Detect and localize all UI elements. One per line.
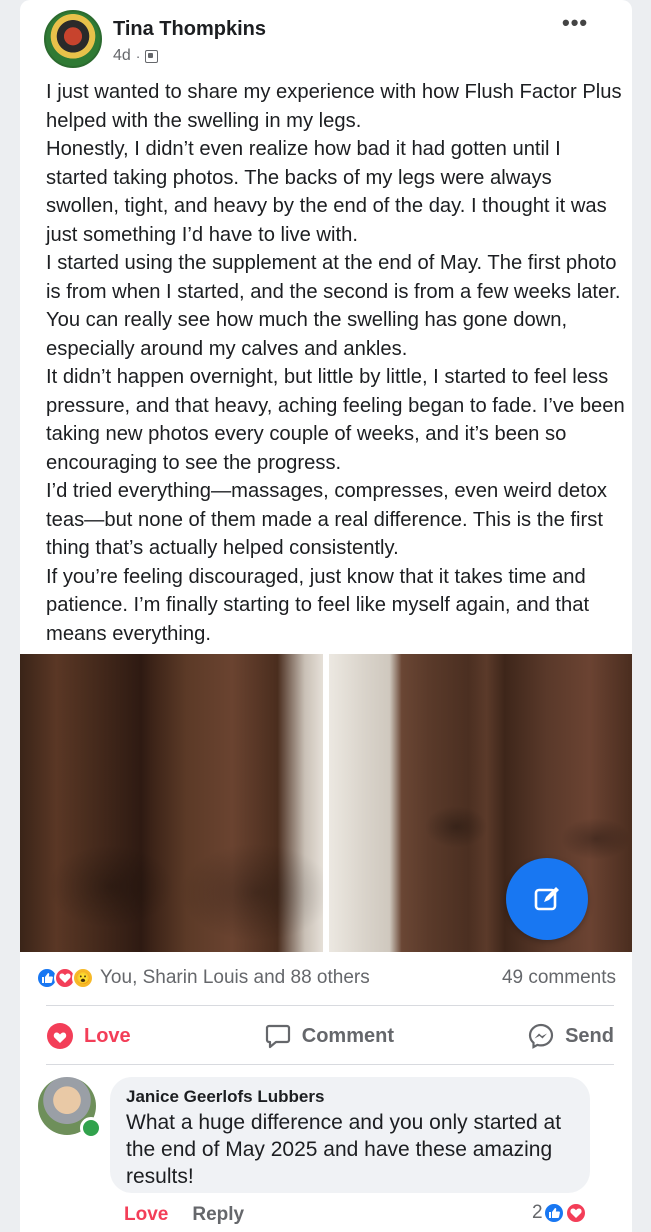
post-paragraph: It didn’t happen overnight, but little b… — [46, 366, 625, 474]
post-card: Tina Thompkins 4d · ••• I just wanted to… — [20, 0, 632, 1232]
reactions-summary[interactable]: 😮 You, Sharin Louis and 88 others 49 com… — [36, 963, 616, 993]
post-paragraph: I started using the supplement at the en… — [46, 252, 621, 360]
post-actions: Love Comment Send — [46, 1015, 614, 1057]
comment-reactions[interactable]: 2 — [532, 1202, 587, 1224]
love-button[interactable]: Love — [46, 1022, 131, 1050]
comment-button[interactable]: Comment — [264, 1022, 394, 1050]
online-status-dot — [80, 1117, 102, 1139]
reaction-icons: 😮 — [36, 967, 94, 989]
comment-bubble[interactable]: Janice Geerlofs Lubbers What a huge diff… — [110, 1077, 590, 1193]
reactions-text[interactable]: You, Sharin Louis and 88 others — [100, 967, 370, 989]
comment-icon — [265, 1024, 290, 1049]
post-paragraph: I’d tried everything—massages, compresse… — [46, 480, 608, 559]
comment-actions: Love Reply — [124, 1204, 244, 1226]
post-paragraph: Honestly, I didn’t even realize how bad … — [46, 138, 607, 246]
comment-text: What a huge difference and you only star… — [126, 1111, 562, 1188]
author-name[interactable]: Tina Thompkins — [113, 18, 266, 41]
divider — [46, 1005, 614, 1006]
wow-reaction-icon: 😮 — [72, 967, 94, 989]
love-label: Love — [84, 1024, 131, 1047]
messenger-icon — [528, 1023, 554, 1049]
before-photo[interactable] — [20, 654, 323, 952]
more-options-icon[interactable]: ••• — [562, 10, 588, 36]
edit-icon — [534, 887, 559, 911]
author-avatar[interactable] — [44, 10, 102, 68]
send-label: Send — [565, 1024, 614, 1047]
divider — [46, 1064, 614, 1065]
love-reaction-icon — [564, 1202, 587, 1224]
meta-separator: · — [135, 48, 141, 64]
comment-reply-button[interactable]: Reply — [192, 1204, 244, 1226]
comment-reaction-count: 2 — [532, 1202, 543, 1223]
post-paragraph: I just wanted to share my experience wit… — [46, 81, 622, 132]
post-body: I just wanted to share my experience wit… — [46, 78, 626, 648]
comments-count[interactable]: 49 comments — [502, 967, 616, 989]
audience-icon[interactable] — [145, 49, 159, 63]
comment-love-button[interactable]: Love — [124, 1204, 168, 1226]
compose-button[interactable] — [506, 858, 588, 940]
post-paragraph: If you’re feeling discouraged, just know… — [46, 565, 590, 645]
post-time[interactable]: 4d — [113, 47, 131, 65]
commenter-name[interactable]: Janice Geerlofs Lubbers — [126, 1087, 574, 1107]
post-meta: 4d · — [113, 47, 159, 65]
heart-icon — [47, 1023, 73, 1049]
like-reaction-icon — [542, 1202, 565, 1224]
comment-label: Comment — [301, 1024, 394, 1047]
send-button[interactable]: Send — [527, 1022, 614, 1050]
